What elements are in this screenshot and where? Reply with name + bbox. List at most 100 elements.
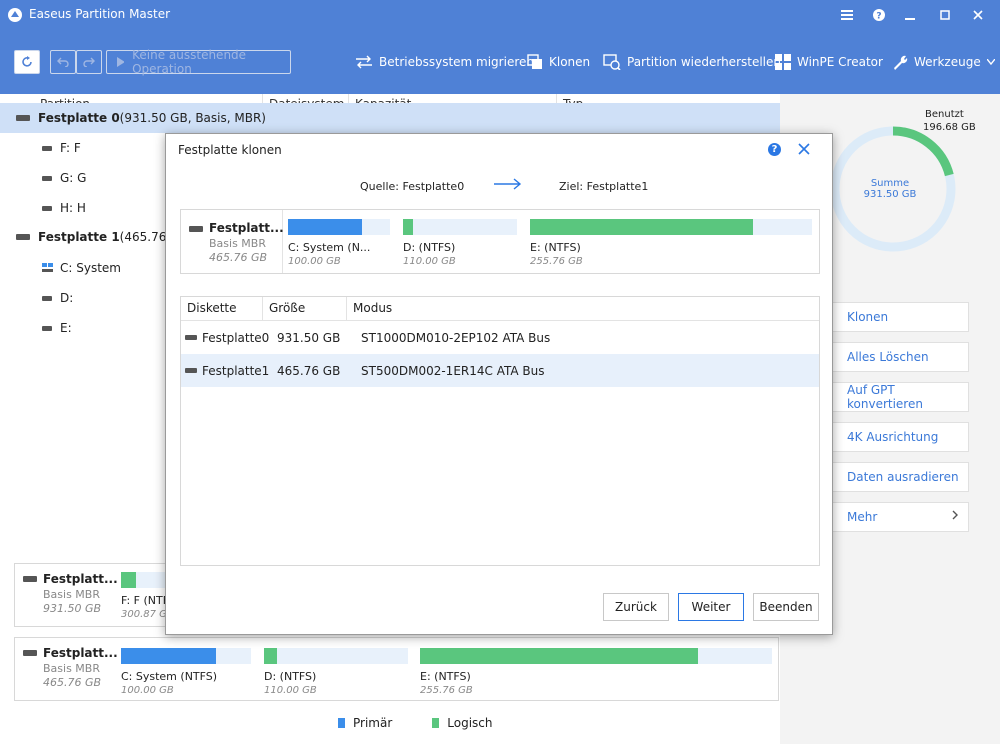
- help-icon[interactable]: ?: [869, 5, 889, 25]
- undo-button[interactable]: [50, 50, 76, 74]
- next-button[interactable]: Weiter: [678, 593, 744, 621]
- partition-label: D:: [60, 291, 74, 305]
- recovery-label: Partition wiederherstellen: [627, 55, 781, 69]
- action-label: 4K Ausrichtung: [847, 430, 939, 444]
- disk-name: Festplatte1: [202, 363, 270, 378]
- disk-size: 465.76 GB: [277, 363, 341, 378]
- partition-size: 255.76 GB: [420, 685, 473, 696]
- tools-menu-button[interactable]: Werkzeuge: [892, 50, 995, 74]
- winpe-label: WinPE Creator: [797, 55, 883, 69]
- partition-label: E: (NTFS): [420, 670, 471, 683]
- minimize-icon[interactable]: [900, 5, 920, 25]
- partition-bar-d[interactable]: [264, 648, 408, 664]
- partition-bar-e[interactable]: [420, 648, 772, 664]
- chevron-right-icon: [952, 510, 958, 520]
- target-disk-preview: Festplatt... Basis MBR 465.76 GB C: Syst…: [180, 209, 820, 274]
- disk-card-1[interactable]: Festplatt... Basis MBR 465.76 GB C: Syst…: [14, 637, 779, 701]
- app-title: Easeus Partition Master: [29, 7, 171, 21]
- partition-bar-c[interactable]: [121, 648, 251, 664]
- action-4k-align[interactable]: 4K Ausrichtung: [822, 422, 969, 452]
- title-bar: Easeus Partition Master ?: [0, 0, 1000, 30]
- disk-icon: [23, 650, 37, 656]
- close-icon[interactable]: [968, 5, 988, 25]
- disk0-detail: (931.50 GB, Basis, MBR): [119, 111, 266, 125]
- disk-model: ST500DM002-1ER14C ATA Bus: [361, 363, 545, 378]
- dialog-title: Festplatte klonen: [178, 143, 282, 157]
- play-icon: [117, 57, 125, 67]
- legend-logical: Logisch: [432, 716, 493, 730]
- used-label: Benutzt: [925, 109, 964, 120]
- preview-disk-size: 465.76 GB: [209, 251, 268, 264]
- back-button[interactable]: Zurück: [603, 593, 669, 621]
- migrate-os-button[interactable]: Betriebssystem migrieren: [355, 50, 534, 74]
- col-size[interactable]: Größe: [263, 297, 347, 321]
- card-disk-size: 931.50 GB: [43, 602, 102, 615]
- partition-recovery-button[interactable]: Partition wiederherstellen: [603, 50, 781, 74]
- tools-label: Werkzeuge: [914, 55, 981, 69]
- action-label: Klonen: [847, 310, 889, 324]
- partition-label: F: F: [60, 141, 81, 155]
- partition-fill: [530, 219, 753, 235]
- clone-label: Klonen: [549, 55, 591, 69]
- action-convert-gpt[interactable]: Auf GPT konvertieren: [822, 382, 969, 412]
- disk-size: 931.50 GB: [277, 330, 341, 345]
- close-icon[interactable]: [798, 140, 810, 155]
- action-delete-all[interactable]: Alles Löschen: [822, 342, 969, 372]
- action-clone[interactable]: Klonen: [822, 302, 969, 332]
- svg-text:?: ?: [876, 12, 881, 22]
- partition-size: 110.00 GB: [264, 685, 317, 696]
- drive-icon: [42, 145, 52, 151]
- preview-partition-e: [530, 219, 812, 235]
- partition-label: G: G: [60, 171, 87, 185]
- partition-label: C: System (N...: [288, 241, 371, 254]
- drive-icon: [42, 295, 52, 301]
- maximize-icon[interactable]: [935, 5, 955, 25]
- logical-swatch: [432, 718, 440, 728]
- pending-label: Keine ausstehende Operation: [132, 48, 247, 76]
- chevron-down-icon: [986, 59, 995, 65]
- refresh-button[interactable]: [14, 50, 40, 74]
- menu-icon[interactable]: [837, 5, 857, 25]
- disk-icon: [185, 368, 197, 373]
- disk-name: Festplatte0: [202, 330, 270, 345]
- used-value: 196.68 GB: [923, 122, 976, 133]
- disk-info: Festplatt... Basis MBR 465.76 GB: [181, 210, 284, 273]
- action-more[interactable]: Mehr: [822, 502, 969, 532]
- partition-label: C: System (NTFS): [121, 670, 218, 683]
- winpe-creator-button[interactable]: WinPE Creator: [775, 50, 883, 74]
- pending-operations-button[interactable]: Keine ausstehende Operation: [106, 48, 291, 76]
- legend-logical-label: Logisch: [447, 716, 493, 730]
- undo-icon: [57, 57, 69, 67]
- source-label: Quelle: Festplatte0: [360, 180, 465, 193]
- partition-size: 100.00 GB: [121, 685, 174, 696]
- col-model[interactable]: Modus: [347, 297, 819, 321]
- clone-button[interactable]: Klonen: [527, 50, 590, 74]
- action-label: Daten ausradieren: [847, 470, 959, 484]
- partition-fill: [288, 219, 363, 235]
- action-wipe-data[interactable]: Daten ausradieren: [822, 462, 969, 492]
- app-logo-icon: [7, 7, 23, 23]
- redo-button[interactable]: [76, 50, 102, 74]
- col-disk[interactable]: Diskette: [181, 297, 263, 321]
- partition-fill: [420, 648, 699, 664]
- primary-swatch: [338, 718, 345, 728]
- disk-row-1-selected[interactable]: Festplatte1 465.76 GB ST500DM002-1ER14C …: [181, 354, 819, 387]
- disk-icon: [189, 226, 203, 232]
- preview-partition-c: [288, 219, 390, 235]
- recovery-icon: [603, 54, 621, 70]
- partition-label: D: (NTFS): [403, 241, 456, 254]
- disk-icon: [16, 115, 30, 121]
- disk-row-0[interactable]: Festplatte0 931.50 GB ST1000DM010-2EP102…: [181, 321, 819, 354]
- help-icon[interactable]: ?: [768, 143, 781, 156]
- legend-primary: Primär: [338, 716, 392, 730]
- partition-label: H: H: [60, 201, 86, 215]
- wrench-icon: [894, 55, 908, 70]
- card-disk-size: 465.76 GB: [43, 676, 102, 689]
- table-row-disk0[interactable]: Festplatte 0 (931.50 GB, Basis, MBR): [0, 103, 780, 133]
- quit-button[interactable]: Beenden: [753, 593, 819, 621]
- disk0-label: Festplatte 0: [38, 111, 120, 125]
- clone-icon: [527, 54, 542, 69]
- redo-icon: [83, 57, 95, 67]
- target-label: Ziel: Festplatte1: [559, 180, 649, 193]
- preview-partition-d: [403, 219, 517, 235]
